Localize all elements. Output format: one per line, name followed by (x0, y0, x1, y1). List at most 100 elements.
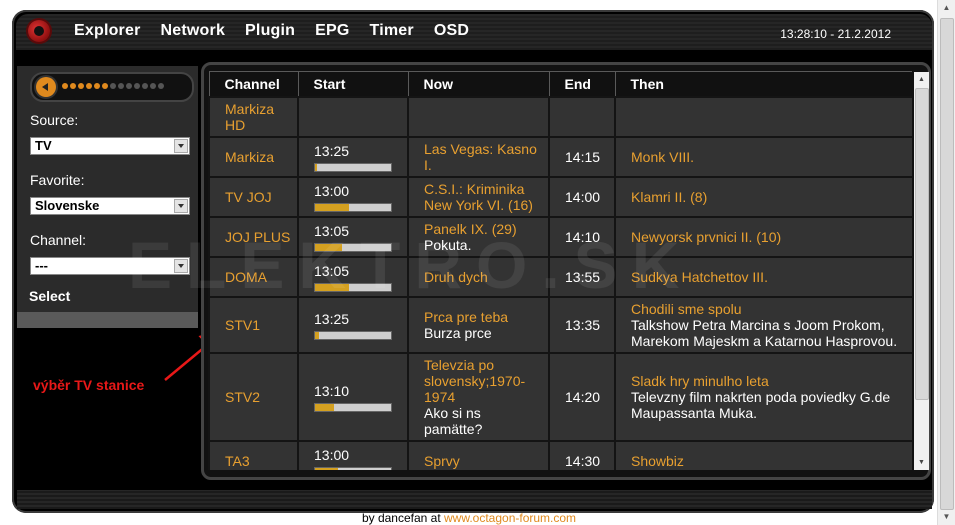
header-now[interactable]: Now (407, 71, 550, 98)
volume-dot[interactable] (78, 83, 84, 89)
now-title[interactable]: Panelk IX. (29) (424, 221, 542, 237)
nav-epg[interactable]: EPG (315, 22, 349, 42)
now-title[interactable]: Druh dych (424, 269, 542, 285)
now-cell[interactable]: C.S.I.: Kriminika New York VI. (16) (407, 176, 550, 218)
then-cell[interactable]: Sladk hry minulho leta Televzny film nakr… (614, 352, 912, 442)
channel-cell[interactable]: JOJ PLUS (208, 216, 299, 258)
then-cell[interactable]: Showbiz (614, 440, 912, 470)
end-cell: 13:35 (548, 296, 616, 354)
table-row[interactable]: Markiza HD (208, 96, 912, 138)
then-title[interactable]: Sladk hry minulho leta (631, 373, 906, 389)
then-cell[interactable]: Sudkya Hatchettov III. (614, 256, 912, 298)
table-row[interactable]: TA3 13:00 Sprvy 14:30 Showbiz (208, 440, 912, 470)
scroll-thumb[interactable] (915, 88, 929, 400)
volume-dot[interactable] (94, 83, 100, 89)
channel-name[interactable]: Markiza HD (225, 101, 291, 133)
channel-name[interactable]: STV1 (225, 317, 291, 333)
page-scroll-down-icon[interactable]: ▼ (939, 509, 954, 525)
volume-slider[interactable] (30, 72, 194, 102)
channel-name[interactable]: STV2 (225, 389, 291, 405)
volume-dot[interactable] (126, 83, 132, 89)
table-row[interactable]: STV1 13:25 Prca pre teba Burza prce 13:35 Cho… (208, 296, 912, 354)
volume-dot[interactable] (70, 83, 76, 89)
channel-cell[interactable]: TA3 (208, 440, 299, 470)
channel-label: Channel: (30, 232, 87, 248)
header-channel[interactable]: Channel (208, 71, 299, 98)
page-scroll-thumb[interactable] (940, 18, 954, 510)
select-button[interactable]: Select (29, 288, 70, 304)
then-cell[interactable]: Klamri II. (8) (614, 176, 912, 218)
progress-fill (315, 243, 342, 251)
nav-plugin[interactable]: Plugin (245, 22, 295, 42)
channel-name[interactable]: TA3 (225, 453, 291, 469)
channel-name[interactable]: JOJ PLUS (225, 229, 291, 245)
table-row[interactable]: JOJ PLUS 13:05 Panelk IX. (29) Pokuta. 14:10… (208, 216, 912, 258)
now-cell[interactable]: Televzia po slovensky;1970-1974 Ako si ns… (407, 352, 550, 442)
channel-cell[interactable]: STV2 (208, 352, 299, 442)
now-cell[interactable]: Las Vegas: Kasno I. (407, 136, 550, 178)
channel-cell[interactable]: TV JOJ (208, 176, 299, 218)
volume-dot[interactable] (118, 83, 124, 89)
header-then[interactable]: Then (614, 71, 912, 98)
then-cell[interactable]: Chodili sme spolu Talkshow Petra Marcina … (614, 296, 912, 354)
chevron-down-icon[interactable] (174, 259, 188, 273)
source-select[interactable]: TV (30, 137, 190, 155)
then-title[interactable]: Sudkya Hatchettov III. (631, 269, 906, 285)
forum-link[interactable]: www.octagon-forum.com (444, 511, 576, 525)
channel-cell[interactable]: DOMA (208, 256, 299, 298)
channel-cell[interactable]: STV1 (208, 296, 299, 354)
then-title[interactable]: Chodili sme spolu (631, 301, 906, 317)
nav-timer[interactable]: Timer (370, 22, 414, 42)
channel-select[interactable]: --- (30, 257, 190, 275)
then-title[interactable]: Monk VIII. (631, 149, 906, 165)
then-cell[interactable] (614, 96, 912, 138)
table-row[interactable]: DOMA 13:05 Druh dych 13:55 Sudkya Hatchettov… (208, 256, 912, 298)
table-row[interactable]: STV2 13:10 Televzia po slovensky;1970-1974… (208, 352, 912, 442)
channel-cell[interactable]: Markiza HD (208, 96, 299, 138)
now-cell[interactable]: Panelk IX. (29) Pokuta. (407, 216, 550, 258)
page-scrollbar[interactable]: ▲ ▼ (937, 0, 955, 525)
nav-osd[interactable]: OSD (434, 22, 469, 42)
channel-name[interactable]: TV JOJ (225, 189, 291, 205)
now-title[interactable]: C.S.I.: Kriminika New York VI. (16) (424, 181, 542, 213)
volume-dot[interactable] (158, 83, 164, 89)
page-scroll-up-icon[interactable]: ▲ (939, 0, 954, 16)
now-title[interactable]: Televzia po slovensky;1970-1974 (424, 357, 542, 405)
table-row[interactable]: Markiza 13:25 Las Vegas: Kasno I. 14:15 Monk… (208, 136, 912, 178)
then-cell[interactable]: Newyorsk prvnici II. (10) (614, 216, 912, 258)
table-scrollbar[interactable]: ▲ ▼ (914, 72, 929, 470)
volume-dot[interactable] (86, 83, 92, 89)
table-row[interactable]: TV JOJ 13:00 C.S.I.: Kriminika New York VI… (208, 176, 912, 218)
channel-name[interactable]: DOMA (225, 269, 291, 285)
volume-dot[interactable] (142, 83, 148, 89)
now-cell[interactable]: Druh dych (407, 256, 550, 298)
header-end[interactable]: End (548, 71, 616, 98)
now-cell[interactable]: Prca pre teba Burza prce (407, 296, 550, 354)
favorite-select[interactable]: Slovenske (30, 197, 190, 215)
volume-dot[interactable] (150, 83, 156, 89)
now-cell[interactable] (407, 96, 550, 138)
speaker-icon[interactable] (36, 77, 56, 97)
chevron-down-icon[interactable] (174, 139, 188, 153)
nav-network[interactable]: Network (161, 22, 226, 42)
channel-cell[interactable]: Markiza (208, 136, 299, 178)
volume-dot[interactable] (102, 83, 108, 89)
header-start[interactable]: Start (297, 71, 409, 98)
channel-name[interactable]: Markiza (225, 149, 291, 165)
now-cell[interactable]: Sprvy (407, 440, 550, 470)
nav-explorer[interactable]: Explorer (74, 22, 141, 42)
volume-dot[interactable] (110, 83, 116, 89)
progress-fill (315, 203, 350, 211)
scroll-up-icon[interactable]: ▲ (914, 72, 929, 87)
chevron-down-icon[interactable] (174, 199, 188, 213)
then-cell[interactable]: Monk VIII. (614, 136, 912, 178)
then-title[interactable]: Showbiz (631, 453, 906, 469)
volume-dot[interactable] (62, 83, 68, 89)
now-title[interactable]: Sprvy (424, 453, 542, 469)
now-title[interactable]: Prca pre teba (424, 309, 542, 325)
scroll-down-icon[interactable]: ▼ (914, 455, 929, 470)
now-title[interactable]: Las Vegas: Kasno I. (424, 141, 542, 173)
then-title[interactable]: Klamri II. (8) (631, 189, 906, 205)
then-title[interactable]: Newyorsk prvnici II. (10) (631, 229, 906, 245)
volume-dot[interactable] (134, 83, 140, 89)
